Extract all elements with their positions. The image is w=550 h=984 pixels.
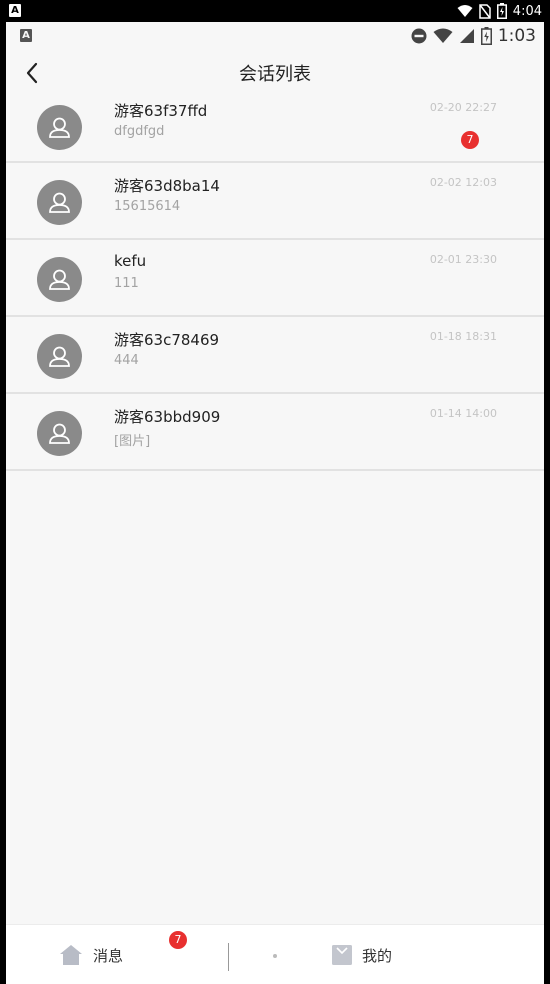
unread-badge: 7 <box>461 131 479 149</box>
device-clock: 4:04 <box>512 3 542 19</box>
battery-icon <box>480 27 492 45</box>
avatar <box>37 411 82 456</box>
tab-messages-label: 消息 <box>93 946 124 965</box>
user-icon <box>49 192 70 213</box>
conversation-preview: 111 <box>114 276 139 291</box>
wifi-icon <box>433 28 453 43</box>
tab-divider <box>228 943 229 971</box>
user-icon <box>49 423 70 444</box>
conversation-time: 02-01 23:30 <box>429 253 497 266</box>
conversation-row[interactable]: 游客63c78469 444 01-18 18:31 <box>6 317 544 394</box>
avatar <box>37 180 82 225</box>
conversation-time: 01-14 14:00 <box>429 407 497 420</box>
conversation-preview: 15615614 <box>114 199 181 214</box>
conversation-preview: dfgdfgd <box>114 124 165 139</box>
avatar <box>37 105 82 150</box>
device-status-bar: A 4:04 <box>0 0 550 22</box>
conversation-preview: 444 <box>114 353 139 368</box>
app-notification-icon: A <box>9 4 21 17</box>
bag-icon <box>332 945 352 965</box>
tab-dot <box>273 954 277 958</box>
battery-icon <box>496 3 507 19</box>
conversation-name: 游客63d8ba14 <box>114 177 220 195</box>
signal-icon <box>459 29 474 43</box>
tab-mine-label: 我的 <box>362 946 393 965</box>
conversation-name: 游客63f37ffd <box>114 102 208 120</box>
conversation-row[interactable]: 游客63d8ba14 15615614 02-02 12:03 <box>6 163 544 240</box>
app-status-bar: A 1:03 <box>6 22 544 50</box>
conversation-time: 01-18 18:31 <box>429 330 497 343</box>
page-title: 会话列表 <box>239 64 311 85</box>
conversation-name: kefu <box>114 252 147 270</box>
conversation-time: 02-02 12:03 <box>429 176 497 189</box>
do-not-disturb-icon <box>411 28 427 44</box>
app-notification-icon: A <box>20 29 32 42</box>
conversation-row[interactable]: kefu 111 02-01 23:30 <box>6 240 544 317</box>
user-icon <box>49 117 70 138</box>
app-screen: A 1:03 会话列表 游客63f37ffd dfgdfgd 02-20 22:… <box>6 22 544 984</box>
tab-mine[interactable]: 我的 <box>332 925 392 984</box>
user-icon <box>49 346 70 367</box>
conversation-name: 游客63c78469 <box>114 331 220 349</box>
app-clock: 1:03 <box>497 26 536 46</box>
navigation-bar: 会话列表 <box>6 50 544 96</box>
avatar <box>37 257 82 302</box>
no-sim-icon <box>479 3 491 19</box>
conversation-row[interactable]: 游客63f37ffd dfgdfgd 02-20 22:27 7 <box>6 96 544 163</box>
conversation-name: 游客63bbd909 <box>114 408 221 426</box>
conversation-time: 02-20 22:27 <box>429 101 497 114</box>
messages-unread-badge: 7 <box>169 931 187 949</box>
avatar <box>37 334 82 379</box>
device-status-icons: 4:04 <box>457 2 542 20</box>
conversation-preview: [图片] <box>114 434 151 449</box>
tab-messages[interactable]: 消息 <box>59 925 123 984</box>
bottom-tab-bar: 消息 7 我的 <box>6 924 544 984</box>
app-status-icons: 1:03 <box>411 25 536 47</box>
home-icon <box>60 945 82 965</box>
user-icon <box>49 269 70 290</box>
wifi-icon <box>457 5 473 17</box>
conversation-row[interactable]: 游客63bbd909 [图片] 01-14 14:00 <box>6 394 544 471</box>
conversation-list: 游客63f37ffd dfgdfgd 02-20 22:27 7 游客63d8b… <box>6 96 544 471</box>
